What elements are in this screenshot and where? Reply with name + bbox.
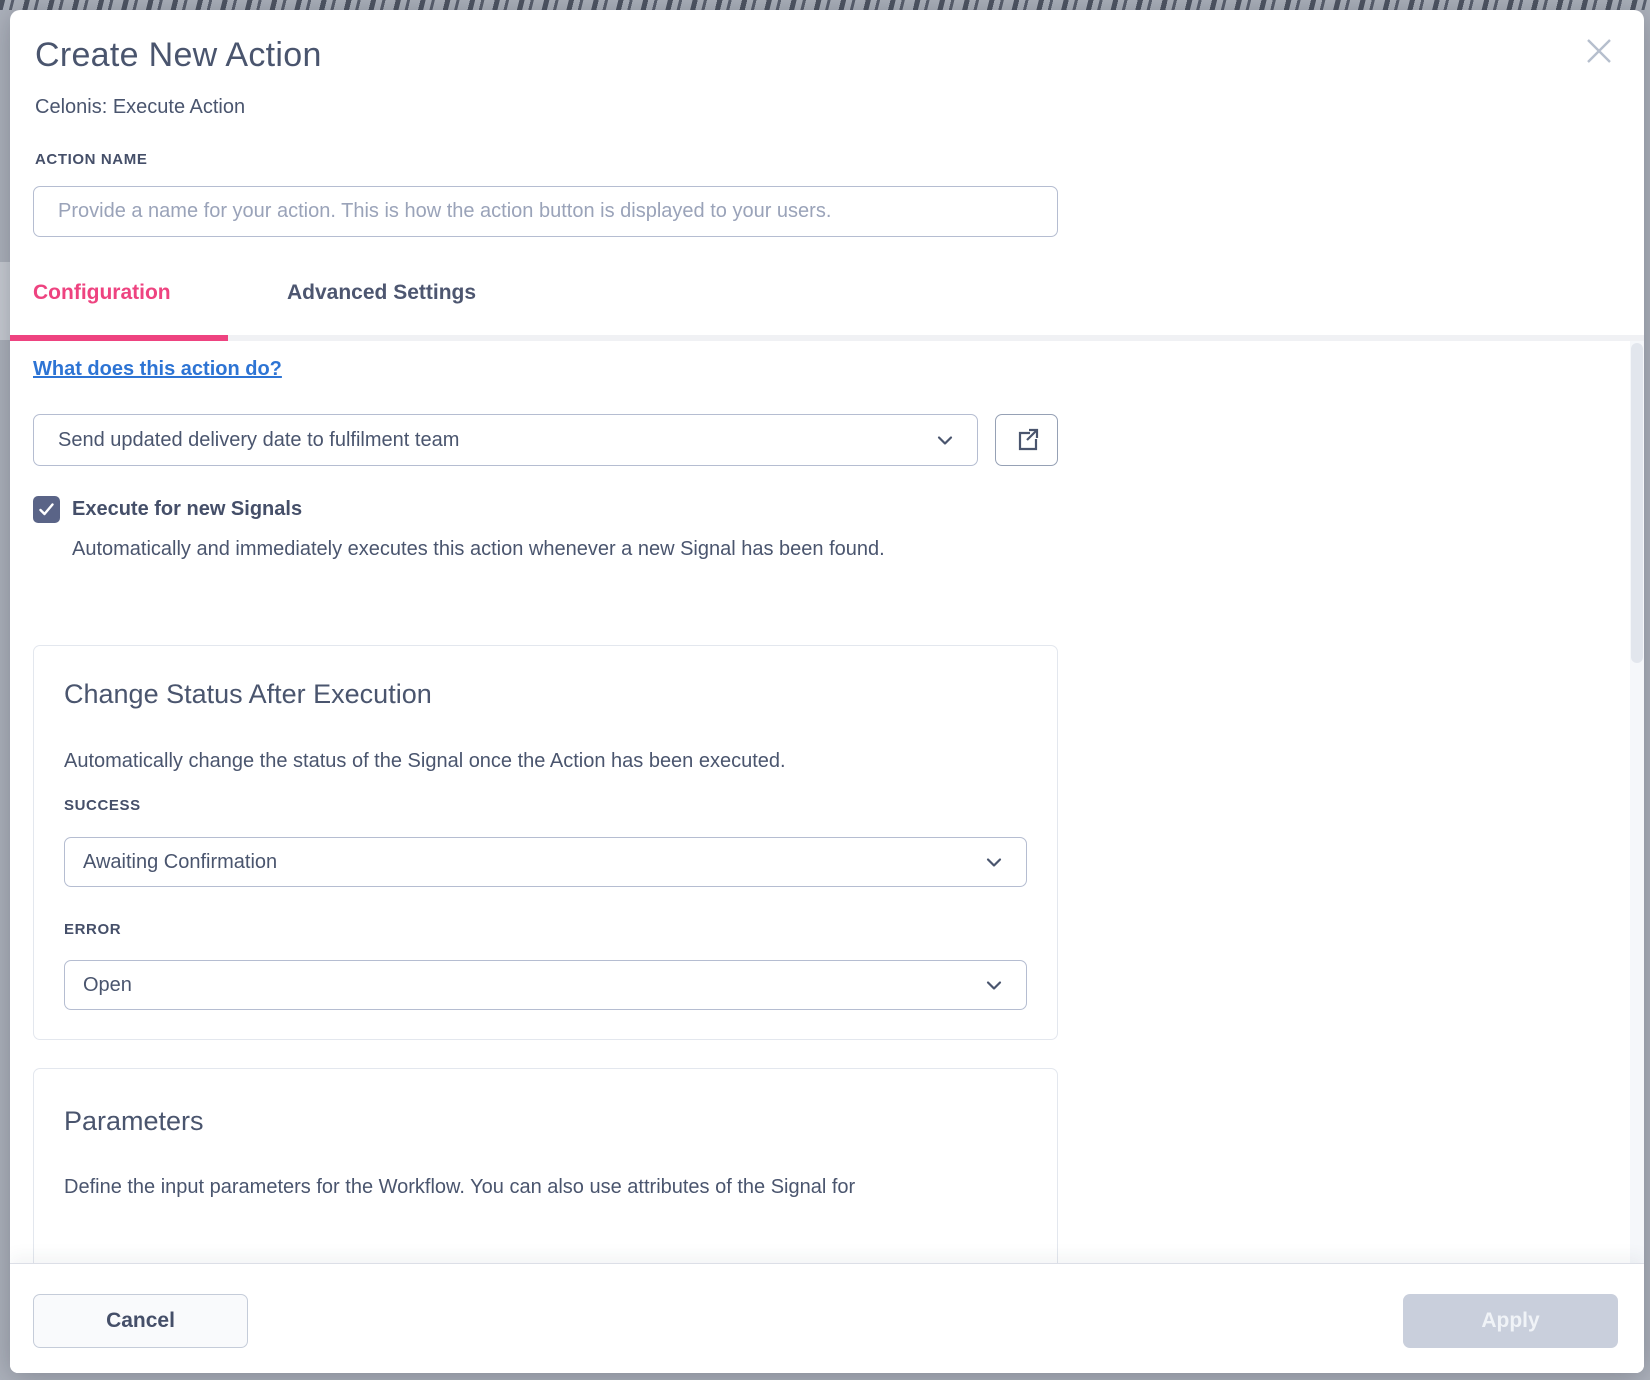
close-icon bbox=[1582, 34, 1616, 68]
parameters-card-description: Define the input parameters for the Work… bbox=[64, 1176, 1014, 1199]
background-page-band bbox=[0, 0, 1650, 10]
execute-checkbox-label[interactable]: Execute for new Signals bbox=[72, 498, 302, 521]
tab-configuration[interactable]: Configuration bbox=[33, 281, 171, 305]
create-action-modal: Create New Action Celonis: Execute Actio… bbox=[10, 10, 1644, 1373]
success-status-select[interactable]: Awaiting Confirmation bbox=[64, 837, 1027, 887]
error-label: ERROR bbox=[64, 921, 121, 938]
chevron-down-icon bbox=[982, 850, 1006, 874]
external-link-icon bbox=[1013, 426, 1041, 454]
parameters-card: Parameters Define the input parameters f… bbox=[33, 1068, 1058, 1263]
modal-subtitle: Celonis: Execute Action bbox=[35, 96, 245, 119]
scrollbar-thumb[interactable] bbox=[1631, 343, 1643, 663]
change-status-card: Change Status After Execution Automatica… bbox=[33, 645, 1058, 1040]
modal-title: Create New Action bbox=[35, 36, 322, 75]
execute-checkbox-description: Automatically and immediately executes t… bbox=[72, 538, 885, 561]
close-button[interactable] bbox=[1576, 28, 1622, 74]
action-name-label: ACTION NAME bbox=[35, 151, 147, 168]
success-label: SUCCESS bbox=[64, 797, 141, 814]
scrollbar-track[interactable] bbox=[1630, 341, 1644, 1263]
parameters-card-heading: Parameters bbox=[64, 1106, 204, 1137]
success-status-value: Awaiting Confirmation bbox=[83, 851, 277, 874]
error-status-value: Open bbox=[83, 974, 132, 997]
cancel-button[interactable]: Cancel bbox=[33, 1294, 248, 1348]
action-select-value: Send updated delivery date to fulfilment… bbox=[58, 429, 459, 452]
execute-for-new-signals-checkbox[interactable] bbox=[33, 496, 60, 523]
modal-scroll-content: What does this action do? Send updated d… bbox=[10, 341, 1630, 1263]
checkmark-icon bbox=[37, 500, 56, 519]
help-link[interactable]: What does this action do? bbox=[33, 358, 282, 381]
status-card-heading: Change Status After Execution bbox=[64, 679, 432, 710]
modal-footer: Cancel Apply bbox=[10, 1263, 1644, 1373]
chevron-down-icon bbox=[982, 973, 1006, 997]
action-name-input[interactable] bbox=[33, 186, 1058, 237]
action-select[interactable]: Send updated delivery date to fulfilment… bbox=[33, 414, 978, 466]
status-card-description: Automatically change the status of the S… bbox=[64, 750, 786, 773]
chevron-down-icon bbox=[933, 428, 957, 452]
apply-button[interactable]: Apply bbox=[1403, 1294, 1618, 1348]
error-status-select[interactable]: Open bbox=[64, 960, 1027, 1010]
background-page-edge bbox=[0, 262, 10, 340]
tab-advanced-settings[interactable]: Advanced Settings bbox=[287, 281, 476, 305]
open-action-button[interactable] bbox=[995, 414, 1058, 466]
